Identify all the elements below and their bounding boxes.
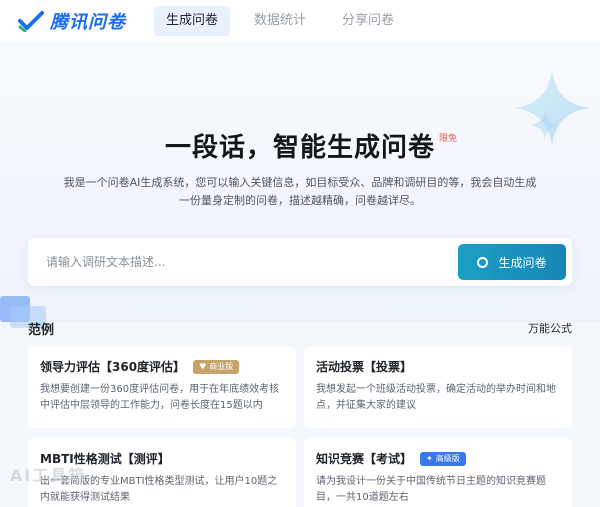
logo-text: 腾讯问卷: [50, 12, 126, 33]
card-title: 领导力评估【360度评估】: [40, 360, 186, 374]
examples-heading: 范例: [28, 323, 55, 338]
hero-description: 我是一个问卷AI生成系统，您可以输入关键信息，如目标受众、品牌和调研目的等，我会…: [63, 176, 537, 207]
card-title: 活动投票【投票】: [316, 360, 413, 374]
badge-label: 高级版: [435, 453, 460, 463]
hero-title: 一段话，智能生成问卷: [164, 133, 435, 163]
nav-tabs: 生成问卷 数据统计 分享问卷: [154, 6, 418, 36]
example-card-vote[interactable]: 活动投票【投票】 我想发起一个班级活动投票，确定活动的举办时间和地点，并征集大家…: [304, 346, 572, 428]
card-title-row: 活动投票【投票】: [316, 358, 412, 375]
free-badge: 限免: [439, 134, 458, 144]
card-description: 我想要创建一份360度评估问卷，用于在年底绩效考核中评估中层领导的工作能力，问卷…: [40, 384, 280, 411]
advanced-edition-badge: ✦ 高级版: [420, 451, 466, 466]
watermark: AI工具箱: [10, 466, 87, 485]
prompt-box: 生成问卷: [28, 238, 572, 286]
logo-check-icon: [18, 11, 44, 32]
generate-survey-button[interactable]: 生成问卷: [458, 244, 566, 280]
plus-icon: ✦: [426, 453, 433, 463]
generate-button-label: 生成问卷: [498, 255, 547, 270]
card-description: 请为我设计一份关于中国传统节日主题的知识竞赛题目，一共10道题左右: [316, 476, 546, 503]
card-description: 我想发起一个班级活动投票，确定活动的举办时间和地点，并征集大家的建议: [316, 384, 556, 411]
universal-formula-link[interactable]: 万能公式: [528, 320, 572, 336]
example-card-leadership[interactable]: 领导力评估【360度评估】 ♥ 商业版 我想要创建一份360度评估问卷，用于在年…: [28, 346, 296, 428]
card-title: 知识竞赛【考试】: [316, 452, 413, 466]
logo[interactable]: 腾讯问卷: [18, 8, 126, 34]
tab-share-survey[interactable]: 分享问卷: [330, 6, 406, 36]
top-bar: 腾讯问卷 生成问卷 数据统计 分享问卷: [0, 0, 600, 42]
tab-generate-survey[interactable]: 生成问卷: [154, 6, 231, 36]
badge-label: 商业版: [209, 361, 234, 371]
heart-icon: ♥: [199, 361, 207, 371]
prompt-input[interactable]: [46, 247, 426, 277]
business-edition-badge: ♥ 商业版: [193, 359, 240, 374]
tab-data-statistics[interactable]: 数据统计: [242, 6, 318, 36]
card-title-row: 知识竞赛【考试】 ✦ 高级版: [316, 450, 466, 467]
example-card-quiz[interactable]: 知识竞赛【考试】 ✦ 高级版 请为我设计一份关于中国传统节日主题的知识竞赛题目，…: [304, 438, 572, 507]
circle-icon: [477, 256, 489, 268]
card-title-row: 领导力评估【360度评估】 ♥ 商业版: [40, 358, 240, 375]
